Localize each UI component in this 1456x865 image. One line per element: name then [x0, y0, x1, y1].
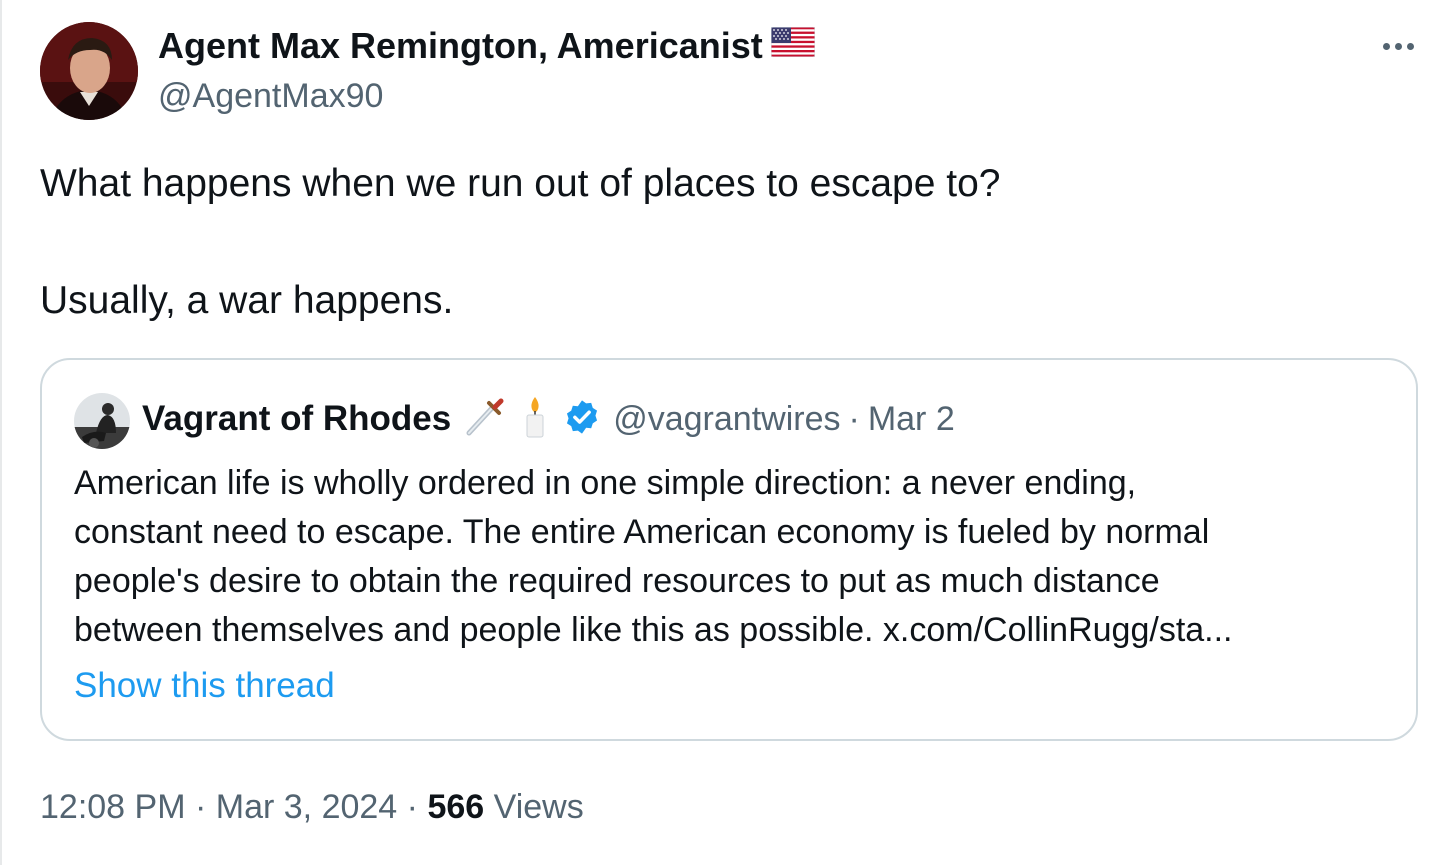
tweet-meta: 12:08 PM · Mar 3, 2024 · 566 Views — [40, 782, 584, 832]
verified-badge-icon — [563, 398, 601, 441]
candle-icon — [519, 395, 551, 444]
quoted-header: Vagrant of Rhodes @vagrantwires · Mar 2 — [142, 394, 955, 444]
more-options-icon[interactable] — [1374, 26, 1422, 66]
quoted-author-avatar[interactable] — [74, 393, 130, 449]
quoted-text-line: American life is wholly ordered in one s… — [74, 464, 1137, 502]
tweet-text-line-1: What happens when we run out of places t… — [40, 162, 1001, 205]
quoted-tweet-card[interactable]: Vagrant of Rhodes @vagrantwires · Mar 2 … — [40, 358, 1418, 741]
author-handle[interactable]: @AgentMax90 — [158, 75, 383, 117]
views-count: 566 — [427, 788, 485, 826]
author-name[interactable]: Agent Max Remington, Americanist — [158, 23, 816, 70]
dagger-icon — [463, 395, 507, 444]
quoted-text: American life is wholly ordered in one s… — [74, 459, 1394, 655]
left-edge-divider — [0, 0, 2, 865]
quoted-text-line: between themselves and people like this … — [74, 611, 1233, 649]
quoted-author-handle[interactable]: @vagrantwires — [613, 400, 840, 439]
meta-separator: · — [406, 788, 418, 826]
show-this-thread-link[interactable]: Show this thread — [74, 662, 335, 710]
tweet-date[interactable]: Mar 3, 2024 — [216, 788, 397, 826]
tweet-text-line-2: Usually, a war happens. — [40, 279, 454, 322]
meta-separator: · — [194, 788, 207, 826]
author-avatar[interactable] — [40, 22, 138, 120]
views-label: Views — [493, 788, 584, 826]
quoted-separator: · — [848, 399, 860, 438]
tweet-time[interactable]: 12:08 PM — [40, 788, 186, 826]
quoted-date[interactable]: Mar 2 — [868, 400, 955, 439]
quoted-text-line: constant need to escape. The entire Amer… — [74, 513, 1210, 551]
us-flag-icon — [770, 23, 816, 67]
quoted-text-line: people's desire to obtain the required r… — [74, 562, 1160, 600]
author-name-text[interactable]: Agent Max Remington, Americanist — [158, 25, 763, 66]
quoted-author-name[interactable]: Vagrant of Rhodes — [142, 399, 451, 439]
